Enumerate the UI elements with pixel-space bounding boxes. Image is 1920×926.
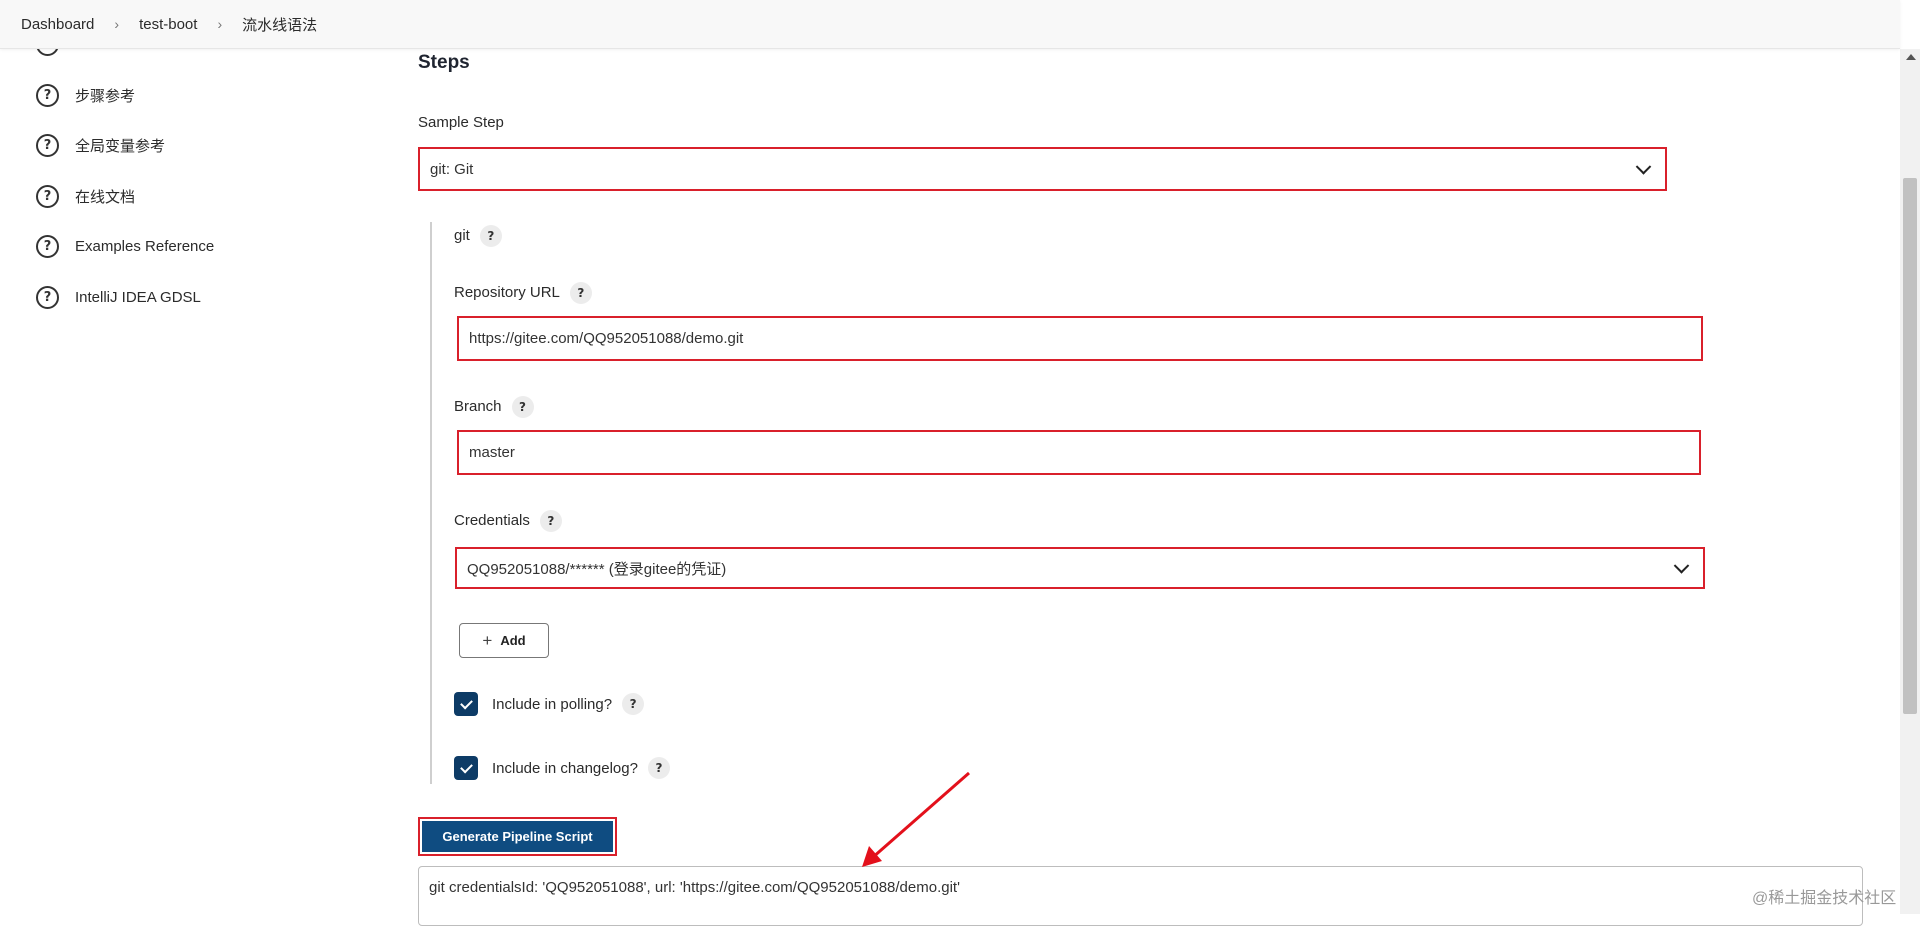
scrollbar-thumb[interactable]: [1903, 178, 1917, 714]
breadcrumb-separator-icon: ›: [114, 16, 120, 32]
branch-label: Branch: [454, 397, 502, 415]
add-button-label: Add: [500, 633, 526, 648]
nested-section-divider: [430, 222, 432, 784]
branch-input[interactable]: master: [457, 430, 1701, 475]
steps-title: Steps: [418, 52, 470, 73]
repository-url-label-row: Repository URL?: [454, 282, 592, 304]
sample-step-value: git: Git: [430, 160, 474, 178]
breadcrumb-pipeline-syntax[interactable]: 流水线语法: [242, 14, 317, 35]
help-icon[interactable]: ?: [479, 225, 502, 247]
scroll-up-icon[interactable]: [1906, 54, 1916, 60]
pipeline-script-output[interactable]: git credentialsId: 'QQ952051088', url: '…: [418, 866, 1863, 926]
include-changelog-label: Include in changelog?: [492, 759, 638, 777]
include-polling-label: Include in polling?: [492, 695, 613, 713]
breadcrumb-separator-icon: ›: [217, 16, 223, 32]
credentials-select[interactable]: QQ952051088/****** (登录gitee的凭证): [455, 547, 1705, 589]
help-icon[interactable]: ?: [622, 693, 645, 715]
branch-value: master: [469, 444, 515, 461]
help-icon[interactable]: ?: [569, 282, 592, 304]
watermark: @稀土掘金技术社区: [1752, 890, 1897, 907]
generate-pipeline-script-button[interactable]: Generate Pipeline Script: [422, 821, 613, 852]
include-polling-row: Include in polling? ?: [454, 692, 645, 716]
repository-url-value: https://gitee.com/QQ952051088/demo.git: [469, 330, 744, 347]
credentials-value: QQ952051088/****** (登录gitee的凭证): [467, 560, 727, 578]
add-credentials-button[interactable]: + Add: [459, 623, 549, 658]
breadcrumb-test-boot[interactable]: test-boot: [139, 16, 197, 33]
repository-url-label: Repository URL: [454, 283, 560, 301]
credentials-label: Credentials: [454, 511, 530, 529]
help-icon[interactable]: ?: [539, 510, 562, 532]
breadcrumb-dashboard[interactable]: Dashboard: [21, 16, 94, 33]
git-label: git: [454, 226, 470, 244]
sample-step-select[interactable]: git: Git: [418, 147, 1667, 191]
breadcrumb: Dashboard › test-boot › 流水线语法: [0, 0, 1900, 49]
repository-url-input[interactable]: https://gitee.com/QQ952051088/demo.git: [457, 316, 1703, 361]
sample-step-label: Sample Step: [418, 114, 504, 131]
include-changelog-row: Include in changelog? ?: [454, 756, 670, 780]
main-content: Steps Sample Step git: Git git? Reposito…: [0, 0, 1900, 926]
include-polling-checkbox[interactable]: [454, 692, 478, 716]
chevron-down-icon: [1635, 159, 1652, 175]
help-icon[interactable]: ?: [511, 396, 534, 418]
credentials-label-row: Credentials?: [454, 510, 562, 532]
plus-icon: +: [482, 630, 493, 650]
chevron-down-icon: [1673, 558, 1690, 574]
include-changelog-checkbox[interactable]: [454, 756, 478, 780]
help-icon[interactable]: ?: [647, 757, 670, 779]
branch-label-row: Branch?: [454, 396, 534, 418]
git-label-row: git?: [454, 225, 502, 247]
